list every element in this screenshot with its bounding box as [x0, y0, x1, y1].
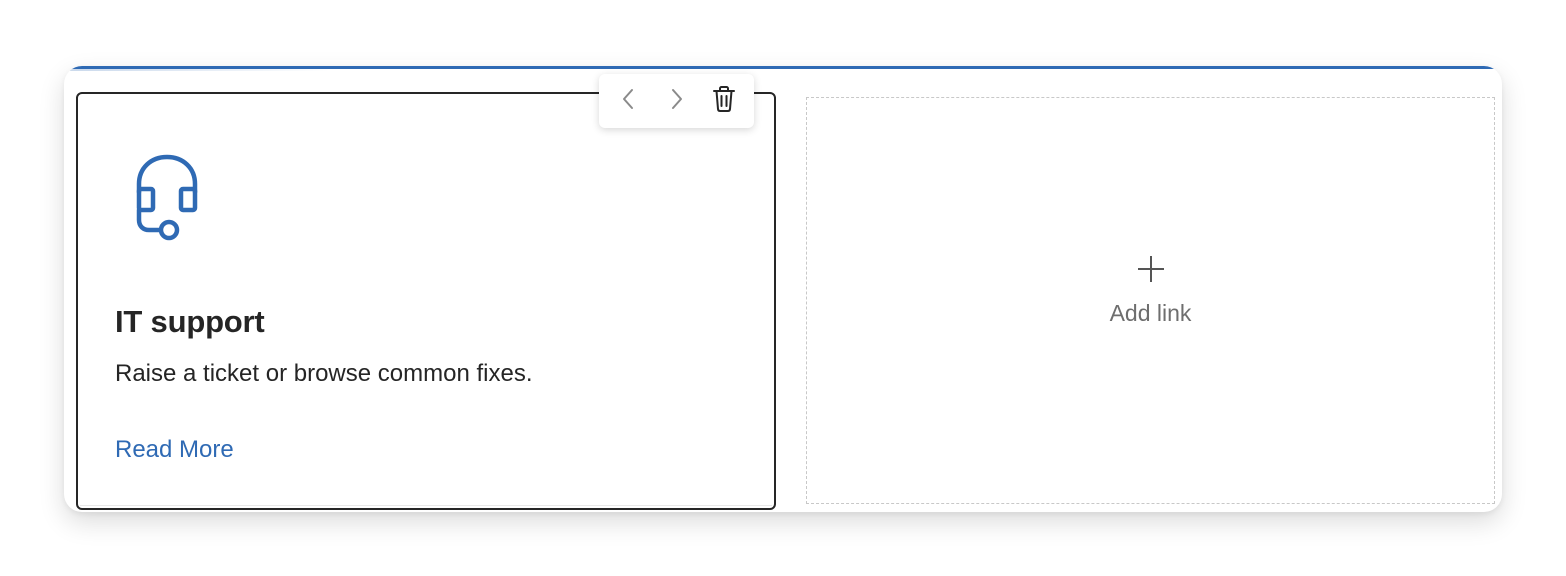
panel-accent-fade	[70, 69, 330, 71]
read-more-link[interactable]: Read More	[115, 436, 234, 464]
chevron-right-icon	[667, 87, 685, 116]
card-toolbar	[599, 74, 754, 128]
link-card-it-support[interactable]: IT support Raise a ticket or browse comm…	[76, 92, 776, 510]
add-link-label: Add link	[1109, 300, 1192, 326]
headset-icon	[132, 154, 204, 244]
plus-icon	[1136, 254, 1166, 284]
delete-button[interactable]	[704, 81, 744, 121]
move-previous-button[interactable]	[609, 81, 649, 121]
add-link-tile[interactable]: Add link	[806, 97, 1495, 504]
quick-links-panel: IT support Raise a ticket or browse comm…	[64, 66, 1502, 512]
card-divider	[80, 505, 772, 506]
card-description: Raise a ticket or browse common fixes.	[115, 360, 533, 387]
chevron-left-icon	[620, 87, 638, 116]
trash-icon	[712, 85, 736, 118]
move-next-button[interactable]	[656, 81, 696, 121]
card-title: IT support	[115, 304, 265, 339]
